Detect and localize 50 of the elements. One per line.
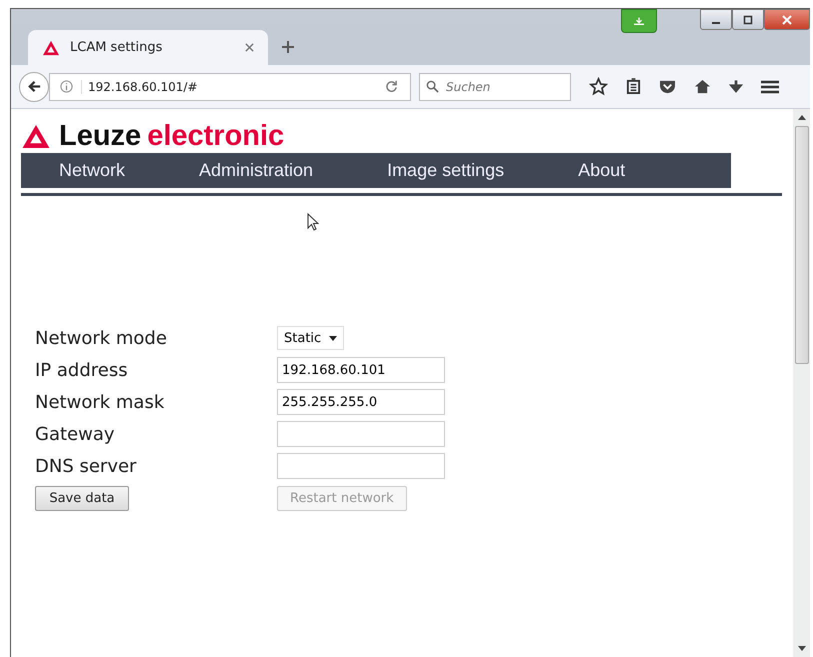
tab-title: LCAM settings	[70, 40, 164, 55]
field-label: Network mode	[35, 328, 168, 348]
nav-link[interactable]: About	[578, 160, 626, 181]
brand-name: Leuze	[59, 120, 142, 152]
maximize-icon	[743, 14, 753, 24]
address-field[interactable]: 192.168.60.101/#	[49, 72, 411, 100]
star-icon[interactable]	[589, 77, 608, 96]
brand-suffix: electronic	[147, 120, 284, 152]
plus-icon[interactable]	[282, 41, 294, 53]
field-label: DNS server	[35, 456, 138, 476]
maximize-button[interactable]	[732, 9, 764, 30]
search-field[interactable]: Suchen	[419, 72, 571, 100]
form-button[interactable]: Save data	[35, 486, 129, 511]
close-icon[interactable]	[245, 43, 254, 52]
close-icon	[782, 14, 792, 24]
reading-list-icon[interactable]	[626, 78, 641, 95]
minimize-icon	[712, 22, 720, 24]
logo-icon	[21, 124, 51, 148]
logo-icon	[42, 40, 60, 56]
home-icon[interactable]	[694, 79, 711, 94]
scroll-up-icon[interactable]	[798, 115, 806, 120]
field-label: IP address	[35, 360, 129, 380]
back-button[interactable]	[19, 72, 49, 102]
back-arrow-icon	[26, 79, 42, 94]
minimize-button[interactable]	[700, 9, 732, 30]
scroll-thumb[interactable]	[794, 126, 808, 364]
input-field[interactable]: 255.255.255.0	[277, 389, 445, 415]
pocket-icon[interactable]	[659, 79, 676, 94]
reload-icon[interactable]	[385, 80, 398, 93]
close-button[interactable]	[764, 9, 810, 30]
input-field[interactable]: 192.168.60.101	[277, 357, 445, 383]
browser-tab[interactable]: LCAM settings	[28, 30, 268, 65]
caret-icon	[329, 336, 338, 340]
menu-icon[interactable]	[761, 80, 779, 94]
input-field[interactable]	[277, 421, 445, 447]
nav-link[interactable]: Administration	[199, 160, 314, 181]
nav-link[interactable]: Network	[59, 160, 126, 181]
download-icon[interactable]	[729, 79, 743, 94]
scroll-down-icon[interactable]	[798, 646, 806, 651]
input-field[interactable]	[277, 453, 445, 479]
nav-link[interactable]: Image settings	[387, 160, 504, 181]
download-tray-icon	[632, 16, 646, 26]
tray-button[interactable]	[621, 9, 657, 33]
info-icon	[60, 80, 73, 93]
cursor-icon	[307, 213, 319, 231]
field-label: Gateway	[35, 424, 116, 444]
field-label: Network mask	[35, 392, 166, 412]
scrollbar[interactable]	[793, 109, 810, 657]
mode-dropdown[interactable]: Static	[277, 326, 344, 350]
url-text: 192.168.60.101/#	[81, 80, 377, 94]
